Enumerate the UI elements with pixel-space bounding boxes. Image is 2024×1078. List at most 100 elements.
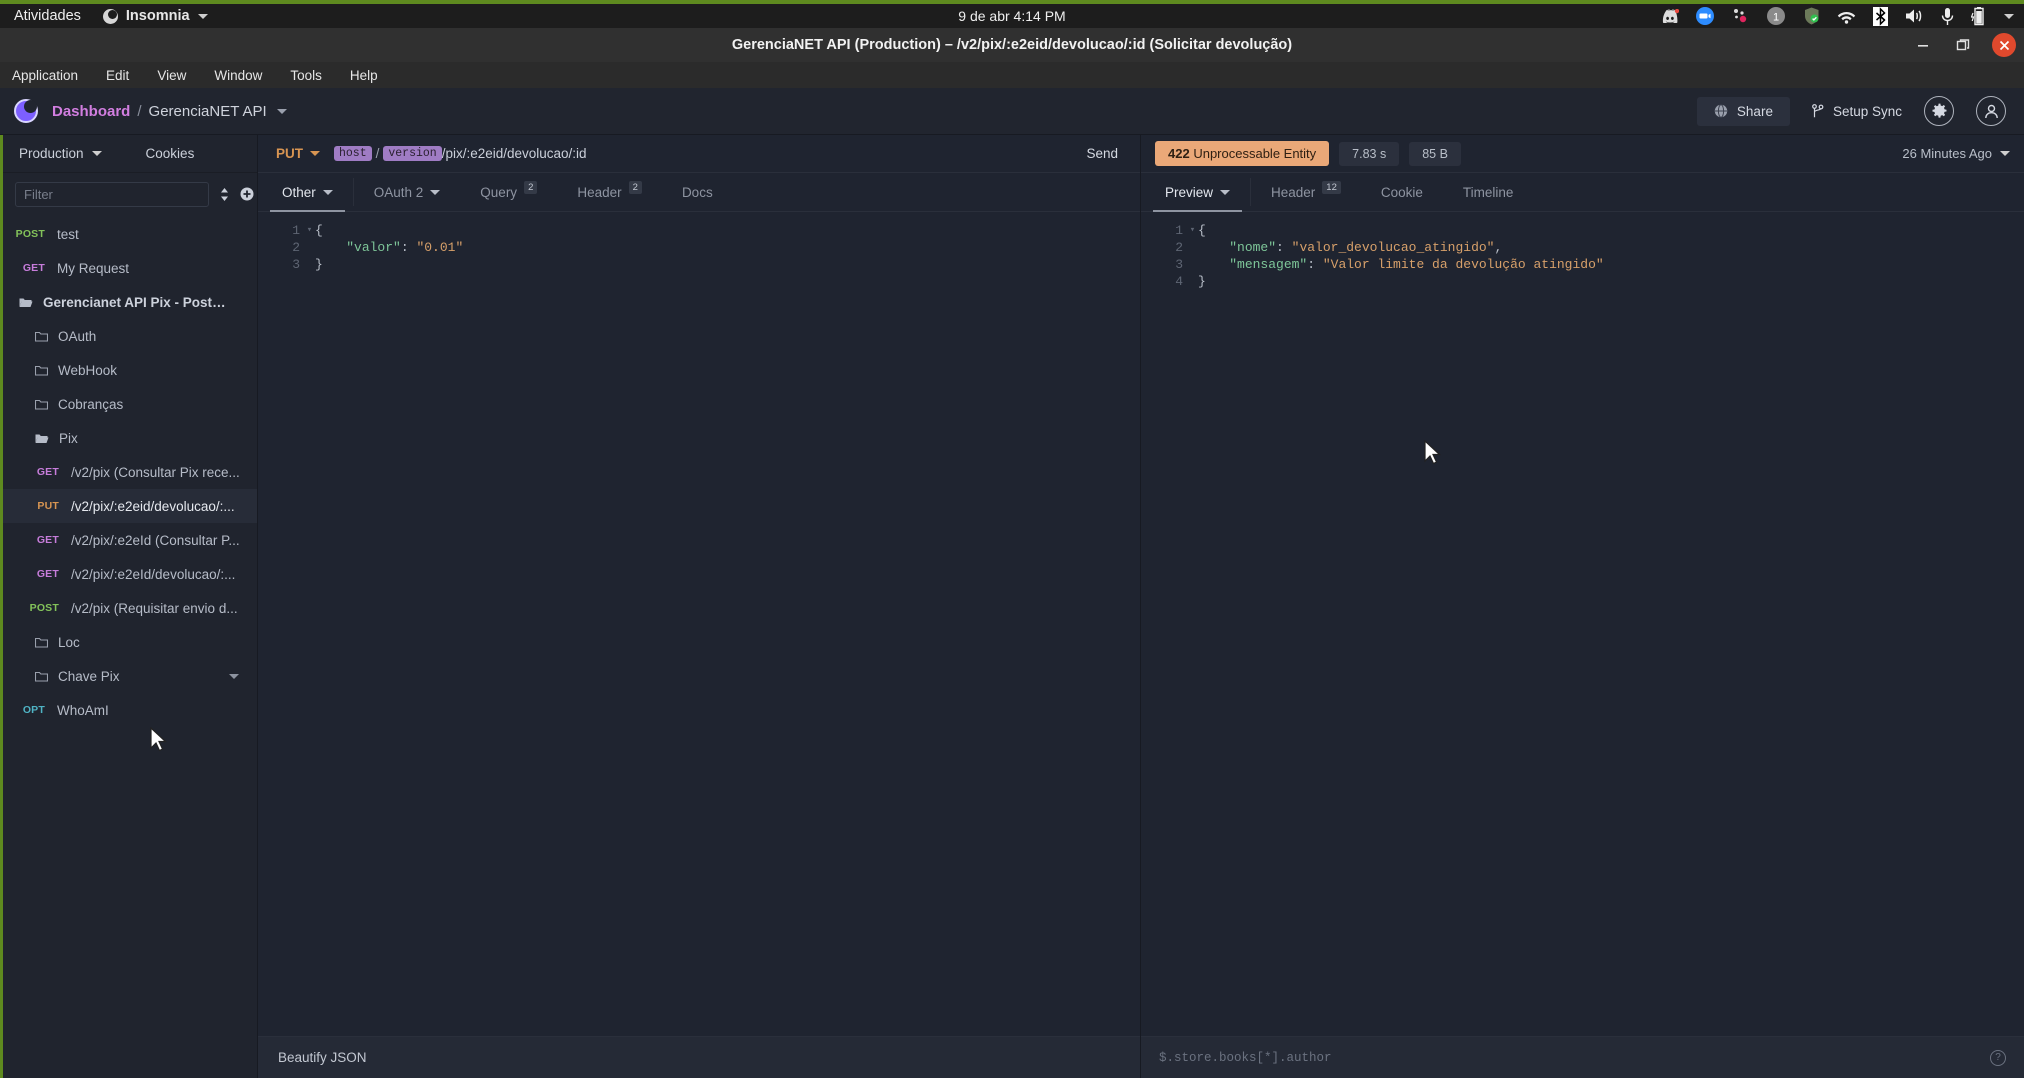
code-text: "valor": "0.01" [346,240,464,255]
close-button[interactable] [1992,33,2016,57]
help-icon[interactable]: ? [1990,1049,2006,1066]
chevron-down-icon [1220,189,1231,195]
response-pane: 422 Unprocessable Entity 7.83 s 85 B 26 … [1141,135,2024,1078]
menu-tools[interactable]: Tools [286,66,326,85]
share-button[interactable]: Share [1696,96,1790,126]
menu-edit[interactable]: Edit [102,66,133,85]
environment-label: Production [19,146,84,161]
tab-cookie[interactable]: Cookie [1361,173,1443,211]
tab-label: Cookie [1380,184,1423,200]
cookies-button[interactable]: Cookies [146,146,195,161]
code-text: "mensagem": "Valor limite da devolução a… [1229,257,1604,272]
folder-list-item[interactable]: Loc [3,625,257,659]
dots-icon[interactable] [1731,7,1749,25]
folder-list-item[interactable]: WebHook [3,353,257,387]
response-filter-input[interactable] [1159,1050,1990,1065]
line-number: 2 [292,240,300,255]
request-name-label: test [57,226,79,242]
window-titlebar: GerenciaNET API (Production) – /v2/pix/:… [0,28,2024,62]
app-menu-button[interactable]: Insomnia [102,8,208,24]
request-list-item[interactable]: OPT WhoAmI [3,693,257,727]
menu-window[interactable]: Window [210,66,266,85]
response-status-bar: 422 Unprocessable Entity 7.83 s 85 B 26 … [1141,135,2024,173]
sort-icon[interactable] [219,187,230,202]
folder-list-item[interactable]: OAuth [3,319,257,353]
zoom-icon[interactable] [1696,7,1714,25]
tab-query[interactable]: Query 2 [460,173,557,211]
request-list-item[interactable]: GET My Request [3,251,257,285]
activities-button[interactable]: Atividades [14,8,81,24]
filter-input[interactable] [15,181,209,207]
app-header: Dashboard / GerenciaNET API Share Setup … [0,88,2024,135]
window-controls [1912,28,2016,62]
svg-text:1: 1 [1773,12,1779,24]
response-tab-bar: Preview Header 12 Cookie Timeline [1141,173,2024,212]
microphone-icon[interactable] [1941,7,1954,26]
environment-selector[interactable]: Production [3,146,102,161]
folder-list-item[interactable]: Cobranças [3,387,257,421]
request-list-item[interactable]: GET/v2/pix/:e2eId (Consultar P... [3,523,257,557]
shield-icon[interactable] [1803,7,1820,25]
request-list-item[interactable]: POST test [3,217,257,251]
discord-icon[interactable] [1661,9,1679,23]
breadcrumb-workspace[interactable]: GerenciaNET API [149,103,267,120]
system-clock[interactable]: 9 de abr 4:14 PM [958,8,1065,24]
code-line: 3} [258,256,1140,273]
breadcrumb-dashboard[interactable]: Dashboard [52,103,130,120]
send-button[interactable]: Send [1064,146,1140,161]
chevron-down-icon[interactable] [2004,13,2014,19]
tab-header[interactable]: Header 2 [557,173,662,211]
volume-icon[interactable] [1905,8,1924,24]
folder-list-item[interactable]: Gerencianet API Pix - Postman Coll... [3,285,257,319]
response-history-selector[interactable]: 26 Minutes Ago [1902,146,2010,161]
request-list-item[interactable]: GET/v2/pix/:e2eId/devolucao/:... [3,557,257,591]
settings-button[interactable] [1924,96,1954,126]
folder-list-item[interactable]: Pix [3,421,257,455]
account-button[interactable] [1976,96,2006,126]
menu-help[interactable]: Help [346,66,382,85]
request-body-editor[interactable]: 1 ▾{2 "valor": "0.01" 3} [258,212,1140,1036]
tab-header[interactable]: Header 12 [1251,173,1361,211]
chevron-down-icon[interactable] [229,673,239,679]
method-selector[interactable]: PUT [258,146,334,161]
code-line: 1 ▾{ [258,222,1140,239]
request-method-label: GET [36,466,59,478]
minimize-button[interactable] [1912,34,1934,56]
fold-toggle-icon[interactable]: ▾ [304,222,315,239]
code-text: } [315,257,323,272]
chevron-down-icon[interactable] [276,108,287,114]
request-list-item[interactable]: POST/v2/pix (Requisitar envio d... [3,591,257,625]
folder-list-item[interactable]: Chave Pix [3,659,257,693]
request-list-item[interactable]: GET/v2/pix (Consultar Pix rece... [3,455,257,489]
menu-application[interactable]: Application [8,66,82,85]
setup-sync-button[interactable]: Setup Sync [1812,104,1902,119]
tab-oauth-2[interactable]: OAuth 2 [354,173,461,211]
tab-timeline[interactable]: Timeline [1443,173,1534,211]
line-number: 3 [292,257,300,272]
url-path: /pix/:e2eid/devolucao/:id [441,146,587,161]
request-name-label: WhoAmI [57,702,109,718]
tab-count-badge: 2 [524,180,538,194]
url-bar: PUT host / version /pix/:e2eid/devolucao… [258,135,1140,173]
menu-view[interactable]: View [153,66,190,85]
tab-other[interactable]: Other [262,173,353,212]
beautify-json-button[interactable]: Beautify JSON [258,1036,1140,1078]
breadcrumb[interactable]: Dashboard / GerenciaNET API [52,103,287,120]
folder-open-icon [19,297,33,308]
response-body-viewer[interactable]: 1 ▾{2 "nome": "valor_devolucao_atingido",… [1141,212,2024,1036]
battery-icon[interactable] [1971,6,1987,26]
app-menu-label: Insomnia [125,8,190,24]
folder-name-label: Chave Pix [58,668,120,684]
request-list-item[interactable]: PUT/v2/pix/:e2eid/devolucao/:... [3,489,257,523]
wifi-icon[interactable] [1837,9,1856,24]
fold-toggle-icon[interactable]: ▾ [1187,222,1198,239]
status-badge[interactable]: 422 Unprocessable Entity [1155,141,1330,166]
url-input[interactable]: host / version /pix/:e2eid/devolucao/:id [334,146,1064,161]
maximize-button[interactable] [1952,34,1974,56]
tab-preview[interactable]: Preview [1145,173,1250,212]
bluetooth-icon[interactable] [1873,6,1888,26]
code-text: { [315,223,323,238]
workspace-indicator[interactable]: 1 [1766,6,1786,26]
tab-label: Preview [1165,184,1214,200]
tab-docs[interactable]: Docs [662,173,733,211]
